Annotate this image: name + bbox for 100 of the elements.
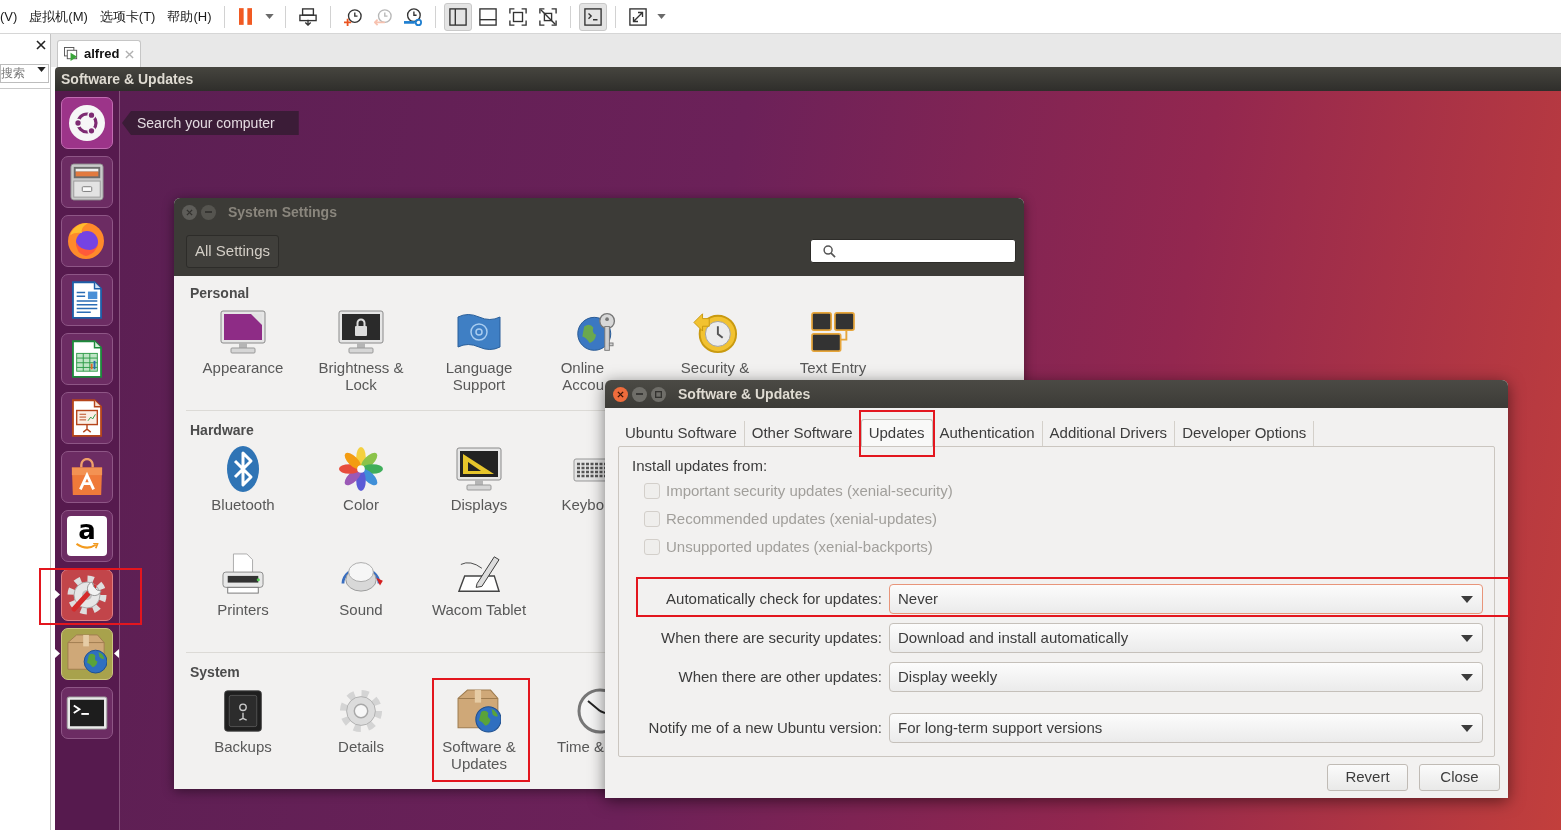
settings-item-label[interactable]: Language Support xyxy=(427,359,531,393)
launcher-button[interactable] xyxy=(61,274,113,326)
dialog-button[interactable]: Close xyxy=(1419,764,1500,791)
search-tooltip: Search your computer xyxy=(122,111,299,135)
sidebar-layout-icon xyxy=(448,7,467,26)
search-field[interactable] xyxy=(810,239,1016,263)
settings-item-label[interactable]: Keybo xyxy=(538,496,604,513)
caret-down-icon xyxy=(1461,673,1473,681)
section-heading: Personal xyxy=(190,284,250,302)
settings-item-label[interactable]: Color xyxy=(309,496,413,513)
monitor-padlock-icon[interactable] xyxy=(337,308,385,356)
fox-globe-icon xyxy=(68,222,106,260)
keys-icon[interactable] xyxy=(810,311,856,353)
menu-item[interactable]: 选项卡(T) xyxy=(99,6,156,27)
settings-item-label[interactable]: Displays xyxy=(427,496,531,513)
search-icon xyxy=(823,244,836,258)
monitor-page-icon[interactable] xyxy=(219,308,267,356)
dropdown[interactable]: Download and install automatically xyxy=(889,623,1483,653)
tab[interactable]: Ubuntu Software xyxy=(618,421,745,446)
launcher-button[interactable]: a xyxy=(61,510,113,562)
safe-icon[interactable] xyxy=(221,688,265,734)
spreadsheet-icon xyxy=(72,340,102,378)
menu-item[interactable]: 帮助(H) xyxy=(167,6,212,27)
launcher-button[interactable] xyxy=(61,687,113,739)
presentation-icon xyxy=(72,399,102,437)
maximize-button[interactable] xyxy=(651,386,666,402)
tab[interactable]: Other Software xyxy=(744,421,861,446)
settings-item-label[interactable]: Backups xyxy=(191,738,295,755)
caret-down-icon xyxy=(1461,634,1473,642)
close-icon xyxy=(617,390,624,398)
flower-icon[interactable] xyxy=(338,446,384,492)
expand-arrows-icon xyxy=(628,7,647,26)
launcher-button[interactable] xyxy=(61,156,113,208)
settings-item-label[interactable]: Details xyxy=(309,738,413,755)
keyboard-icon[interactable] xyxy=(573,455,605,483)
menu-item[interactable]: 虚拟机(M) xyxy=(29,6,88,27)
circle-logo-icon xyxy=(69,105,105,141)
shopping-bag-icon xyxy=(70,458,104,496)
file-cabinet-icon xyxy=(70,163,104,201)
section-heading: System xyxy=(190,663,240,681)
settings-item-label[interactable]: Text Entry xyxy=(781,359,885,376)
settings-item-label[interactable]: Bluetooth xyxy=(191,496,295,513)
clock-icon[interactable] xyxy=(575,688,605,734)
section-heading: Hardware xyxy=(190,421,254,439)
square-icon xyxy=(655,390,662,398)
settings-item-label[interactable]: Printers xyxy=(191,601,295,618)
tab[interactable]: Additional Drivers xyxy=(1042,421,1176,446)
pause-icon xyxy=(239,8,252,25)
settings-item-label[interactable]: Appearance xyxy=(191,359,295,376)
toolbar-button[interactable] xyxy=(443,2,472,31)
settings-item-label[interactable]: Sound xyxy=(309,601,413,618)
close-icon[interactable] xyxy=(36,40,46,50)
launcher-button[interactable] xyxy=(61,392,113,444)
tab[interactable]: Developer Options xyxy=(1175,421,1315,446)
launcher-button[interactable] xyxy=(61,215,113,267)
logo-letter: a xyxy=(78,517,96,543)
setting-label: Notify me of a new Ubuntu version: xyxy=(647,717,882,738)
window-title: Software & Updates xyxy=(678,384,811,404)
bottom-bar-layout-icon xyxy=(478,7,497,26)
clock-wrench-icon xyxy=(403,7,422,26)
settings-item-label[interactable]: Software & Updates xyxy=(427,738,531,772)
bluetooth-icon[interactable] xyxy=(227,446,259,492)
document-icon xyxy=(72,281,102,319)
close-button[interactable] xyxy=(613,386,628,402)
vm-tab[interactable]: alfred xyxy=(57,40,141,67)
terminal-icon xyxy=(583,7,602,26)
package-globe-icon[interactable] xyxy=(457,689,501,733)
dropdown[interactable]: Display weekly xyxy=(889,662,1483,692)
crossed-window-icon xyxy=(538,7,557,26)
dropdown[interactable]: For long-term support versions xyxy=(889,713,1483,743)
top-bar-title: Software & Updates xyxy=(61,69,194,89)
settings-item-label[interactable]: Security & xyxy=(663,359,767,376)
search-field[interactable]: 搜索 xyxy=(0,63,49,83)
settings-item-label[interactable]: Wacom Tablet xyxy=(427,601,531,618)
settings-item-label[interactable]: Online Accou xyxy=(538,359,604,393)
package-globe-icon xyxy=(67,634,107,674)
settings-item-label[interactable]: Brightness & Lock xyxy=(309,359,413,393)
settings-item-label[interactable]: Time & xyxy=(538,738,604,755)
dialog-button[interactable]: Revert xyxy=(1327,764,1408,791)
launcher-button[interactable] xyxy=(61,333,113,385)
clock-plus-icon xyxy=(343,7,362,26)
all-settings-button[interactable]: All Settings xyxy=(186,234,280,268)
flag-icon[interactable] xyxy=(455,311,503,353)
caret-down-icon[interactable] xyxy=(37,67,46,72)
setting-label: When there are security updates: xyxy=(660,627,882,648)
terminal-icon xyxy=(66,696,108,730)
monitor-ruler-icon[interactable] xyxy=(455,445,503,493)
tab[interactable]: Authentication xyxy=(932,421,1043,446)
toolbar-button[interactable] xyxy=(578,2,607,31)
close-icon xyxy=(186,208,193,216)
dropdown[interactable]: Never xyxy=(889,584,1483,614)
printer-icon[interactable] xyxy=(220,553,266,595)
minus-icon xyxy=(636,393,643,395)
menu-item[interactable]: (V) xyxy=(0,6,18,27)
tablet-pen-icon[interactable] xyxy=(456,553,502,595)
launcher-button[interactable] xyxy=(61,451,113,503)
launcher-button[interactable] xyxy=(61,97,113,149)
clock-arrow-icon xyxy=(373,7,392,26)
caret-down-icon xyxy=(1461,595,1473,603)
fullscreen-icon xyxy=(508,7,527,26)
